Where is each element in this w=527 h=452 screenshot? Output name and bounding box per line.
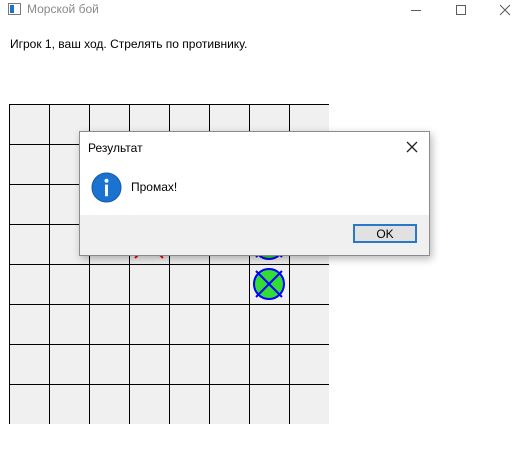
minimize-icon bbox=[411, 10, 421, 11]
close-icon[interactable] bbox=[402, 137, 422, 157]
title-bar: Морской бой bbox=[0, 0, 527, 20]
close-button[interactable] bbox=[482, 0, 527, 20]
status-text: Игрок 1, ваш ход. Стрелять по противнику… bbox=[10, 37, 248, 51]
dialog-content: Результат Промах! bbox=[80, 132, 429, 215]
maximize-icon bbox=[456, 5, 466, 15]
app-icon bbox=[8, 3, 21, 15]
window-title: Морской бой bbox=[27, 2, 99, 16]
maximize-button[interactable] bbox=[438, 0, 484, 20]
close-icon bbox=[499, 4, 511, 16]
dialog-message: Промах! bbox=[131, 180, 178, 194]
hit-ship-icon bbox=[253, 268, 285, 300]
ok-button[interactable]: OK bbox=[353, 224, 417, 243]
minimize-button[interactable] bbox=[393, 0, 439, 20]
info-icon bbox=[91, 172, 122, 203]
dialog-title: Результат bbox=[88, 141, 143, 155]
result-dialog: Результат Промах! OK bbox=[79, 131, 430, 256]
